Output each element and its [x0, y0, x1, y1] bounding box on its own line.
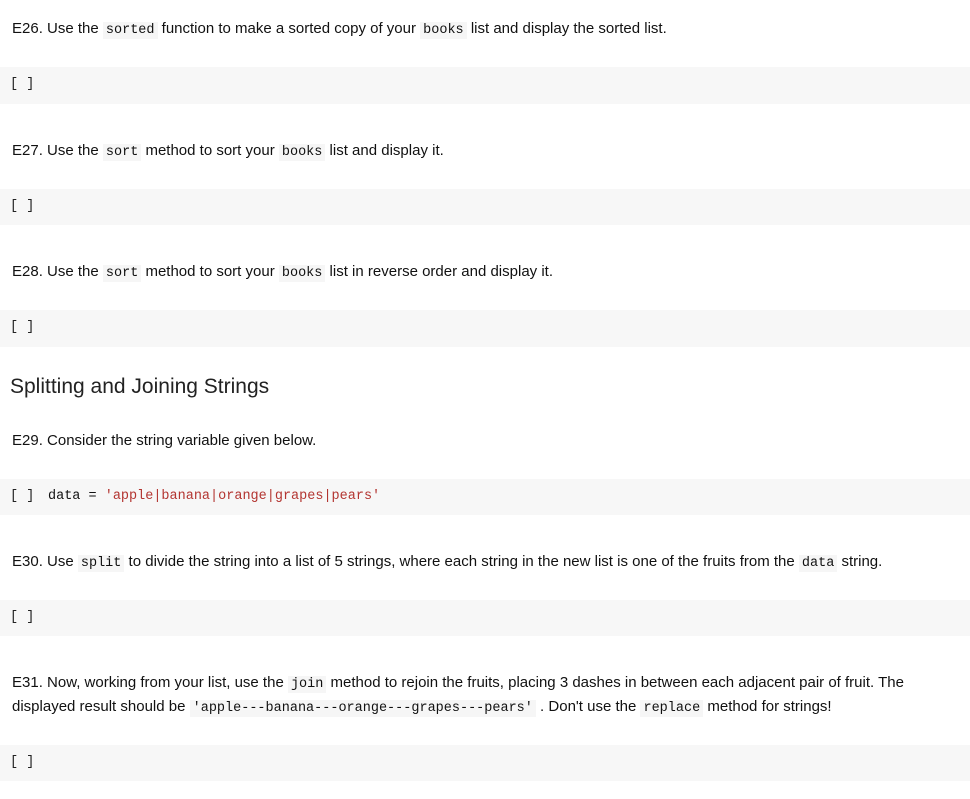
cell-prompt: [ ] [10, 487, 48, 507]
section-heading: Splitting and Joining Strings [0, 371, 970, 403]
cell-prompt: [ ] [10, 318, 48, 338]
inline-code: books [279, 144, 326, 161]
inline-code: join [288, 676, 326, 693]
cell-prompt: [ ] [10, 753, 48, 773]
code-cell-e28[interactable]: [ ] [0, 310, 970, 346]
text: E28. Use the [12, 263, 103, 280]
markdown-cell-e26: E26. Use the sorted function to make a s… [0, 0, 970, 59]
text: E27. Use the [12, 142, 103, 159]
text: E26. Use the [12, 20, 103, 37]
text: list in reverse order and display it. [325, 263, 553, 280]
code-cell-e31[interactable]: [ ] [0, 745, 970, 781]
markdown-cell-e31: E31. Now, working from your list, use th… [0, 654, 970, 737]
text: list and display the sorted list. [467, 20, 667, 37]
notebook: E26. Use the sorted function to make a s… [0, 0, 970, 781]
exercise-text-e30: E30. Use split to divide the string into… [12, 551, 958, 574]
markdown-cell-e29: E29. Consider the string variable given … [0, 412, 970, 471]
inline-code: sorted [103, 22, 158, 39]
inline-code: 'apple---banana---orange---grapes---pear… [190, 700, 536, 717]
inline-code: sort [103, 144, 141, 161]
text: . Don't use the [536, 698, 641, 715]
exercise-text-e29: E29. Consider the string variable given … [12, 430, 958, 453]
text: to divide the string into a list of 5 st… [124, 553, 799, 570]
code-cell-e26[interactable]: [ ] [0, 67, 970, 103]
inline-code: sort [103, 265, 141, 282]
markdown-cell-e28: E28. Use the sort method to sort your bo… [0, 243, 970, 302]
cell-prompt: [ ] [10, 75, 48, 95]
text: function to make a sorted copy of your [158, 20, 421, 37]
exercise-text-e27: E27. Use the sort method to sort your bo… [12, 140, 958, 163]
inline-code: books [420, 22, 467, 39]
text: method to sort your [141, 142, 279, 159]
exercise-text-e26: E26. Use the sorted function to make a s… [12, 18, 958, 41]
cell-prompt: [ ] [10, 608, 48, 628]
exercise-text-e28: E28. Use the sort method to sort your bo… [12, 261, 958, 284]
text: E30. Use [12, 553, 78, 570]
markdown-cell-e30: E30. Use split to divide the string into… [0, 533, 970, 592]
inline-code: split [78, 555, 125, 572]
code-cell-e29[interactable]: [ ] data = 'apple|banana|orange|grapes|p… [0, 479, 970, 515]
code-string: 'apple|banana|orange|grapes|pears' [105, 489, 380, 504]
inline-code: books [279, 265, 326, 282]
cell-prompt: [ ] [10, 197, 48, 217]
text: method to sort your [141, 263, 279, 280]
inline-code: replace [640, 700, 703, 717]
text: list and display it. [325, 142, 443, 159]
text: string. [837, 553, 882, 570]
code-cell-e30[interactable]: [ ] [0, 600, 970, 636]
text: E31. Now, working from your list, use th… [12, 674, 288, 691]
exercise-text-e31: E31. Now, working from your list, use th… [12, 672, 958, 719]
inline-code: data [799, 555, 837, 572]
code-cell-e27[interactable]: [ ] [0, 189, 970, 225]
text: method for strings! [703, 698, 831, 715]
code-input[interactable]: data = 'apple|banana|orange|grapes|pears… [48, 487, 960, 507]
code-text: data = [48, 489, 105, 504]
markdown-cell-e27: E27. Use the sort method to sort your bo… [0, 122, 970, 181]
